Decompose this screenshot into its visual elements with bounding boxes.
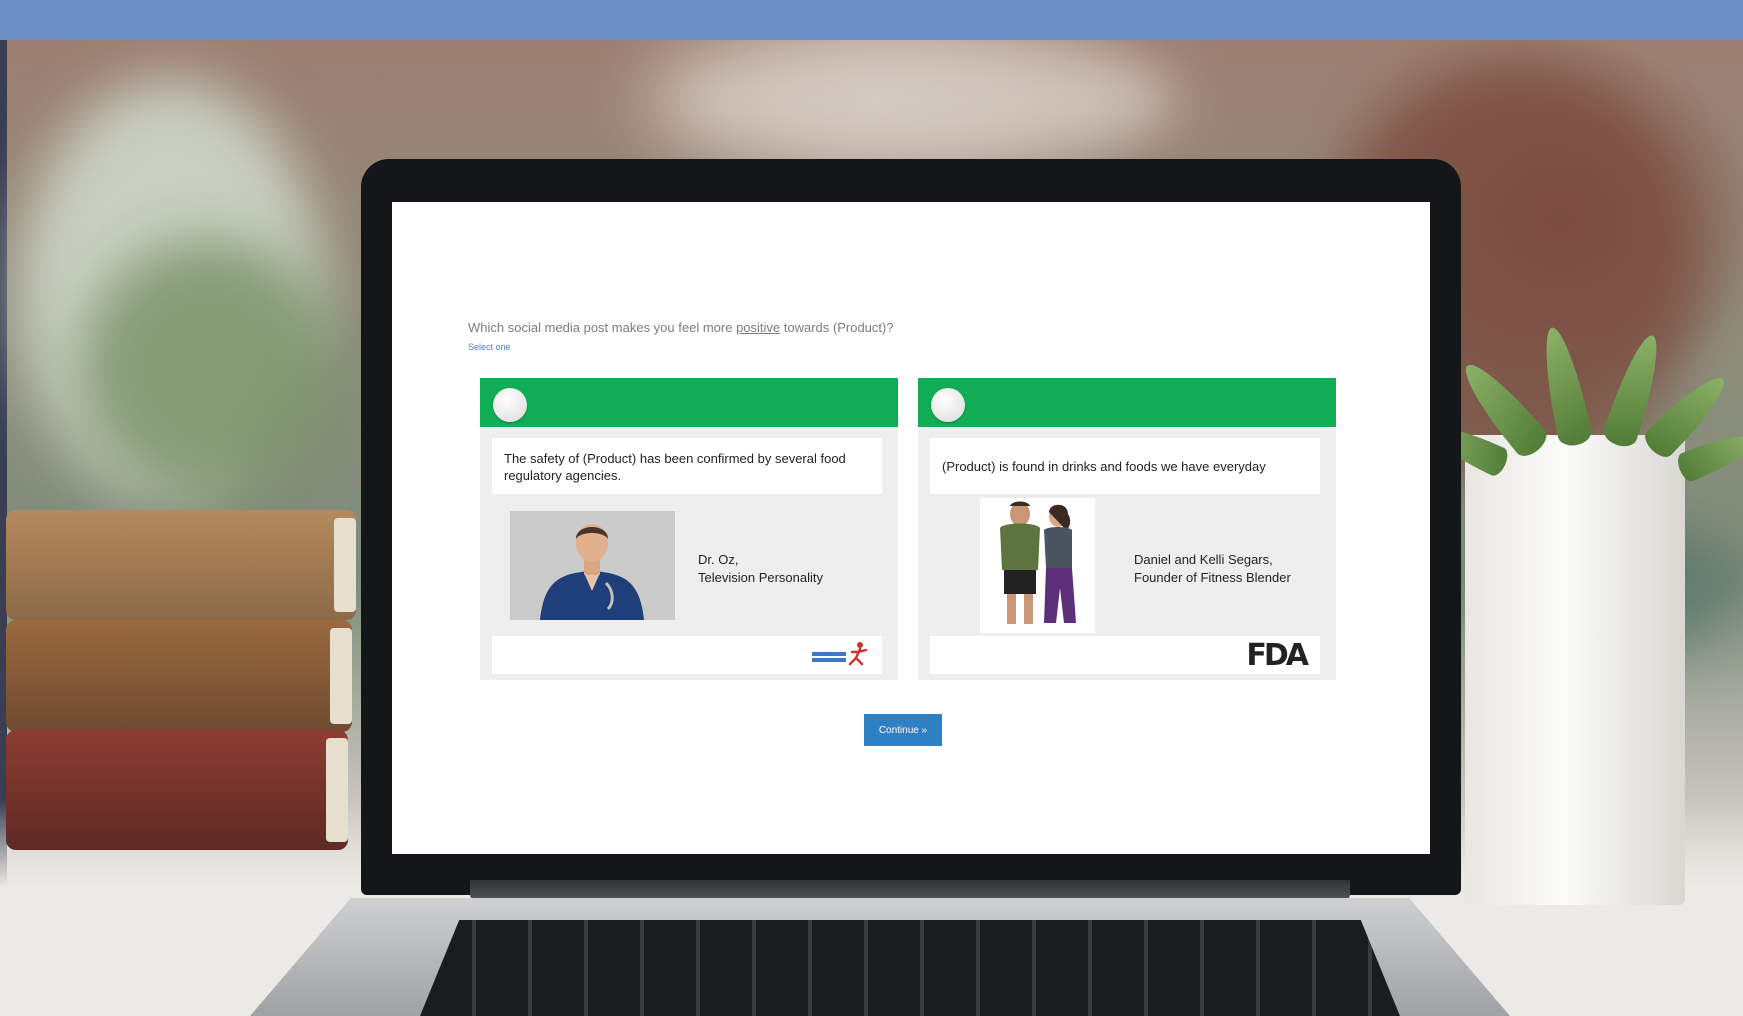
question-emphasis: positive — [736, 320, 781, 335]
card-header — [918, 378, 1336, 427]
laptop-screen: Which social media post makes you feel m… — [392, 202, 1430, 854]
book-middle — [6, 620, 352, 732]
option-card-right[interactable]: (Product) is found in drinks and foods w… — [918, 378, 1336, 680]
laptop-keyboard — [420, 920, 1400, 1016]
book-top — [6, 510, 356, 620]
card-header — [480, 378, 898, 427]
radio-circle-icon[interactable] — [493, 388, 527, 422]
person-credit: Daniel and Kelli Segars, Founder of Fitn… — [1134, 551, 1291, 587]
radio-circle-icon[interactable] — [931, 388, 965, 422]
person-title: Television Personality — [698, 570, 824, 585]
option-card-left[interactable]: The safety of (Product) has been confirm… — [480, 378, 898, 680]
running-figure-logo-icon — [812, 642, 868, 666]
person-name: Dr. Oz, — [698, 552, 739, 567]
plant-pot — [1465, 435, 1685, 905]
bright-window-blob — [660, 40, 1180, 160]
survey-question: Which social media post makes you feel m… — [468, 320, 894, 335]
post-statement: The safety of (Product) has been confirm… — [492, 438, 882, 494]
card-footer — [492, 636, 882, 674]
card-footer: FDA — [930, 636, 1320, 674]
book-bottom — [6, 730, 348, 850]
person-photo — [980, 498, 1095, 633]
person-title: Founder of Fitness Blender — [1134, 570, 1291, 585]
top-bar — [0, 0, 1743, 40]
foliage-blob — [80, 240, 340, 500]
continue-button[interactable]: Continue » — [864, 714, 942, 746]
person-credit: Dr. Oz, Television Personality — [698, 551, 823, 587]
post-statement: (Product) is found in drinks and foods w… — [930, 438, 1320, 494]
fda-logo: FDA — [1246, 638, 1309, 673]
select-one-hint: Select one — [468, 342, 511, 352]
person-name: Daniel and Kelli Segars, — [1134, 552, 1273, 567]
person-photo — [510, 511, 675, 620]
